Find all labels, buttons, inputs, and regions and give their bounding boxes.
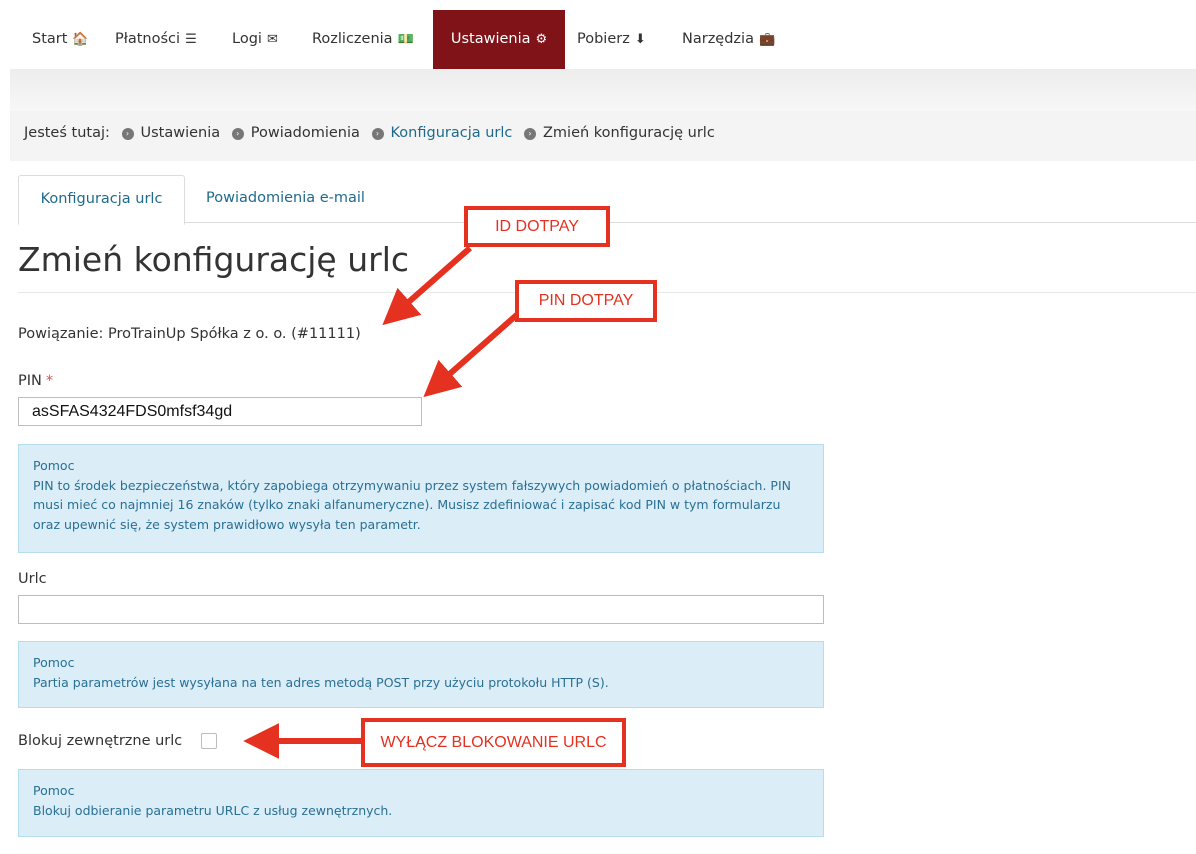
annotation-disable-block: WYŁĄCZ BLOKOWANIE URLC bbox=[361, 718, 626, 767]
arrow-id-dotpay bbox=[382, 245, 472, 326]
annotation-pin-dotpay: PIN DOTPAY bbox=[515, 280, 657, 322]
annotation-id-dotpay: ID DOTPAY bbox=[464, 206, 610, 247]
arrow-pin-dotpay bbox=[423, 309, 522, 398]
